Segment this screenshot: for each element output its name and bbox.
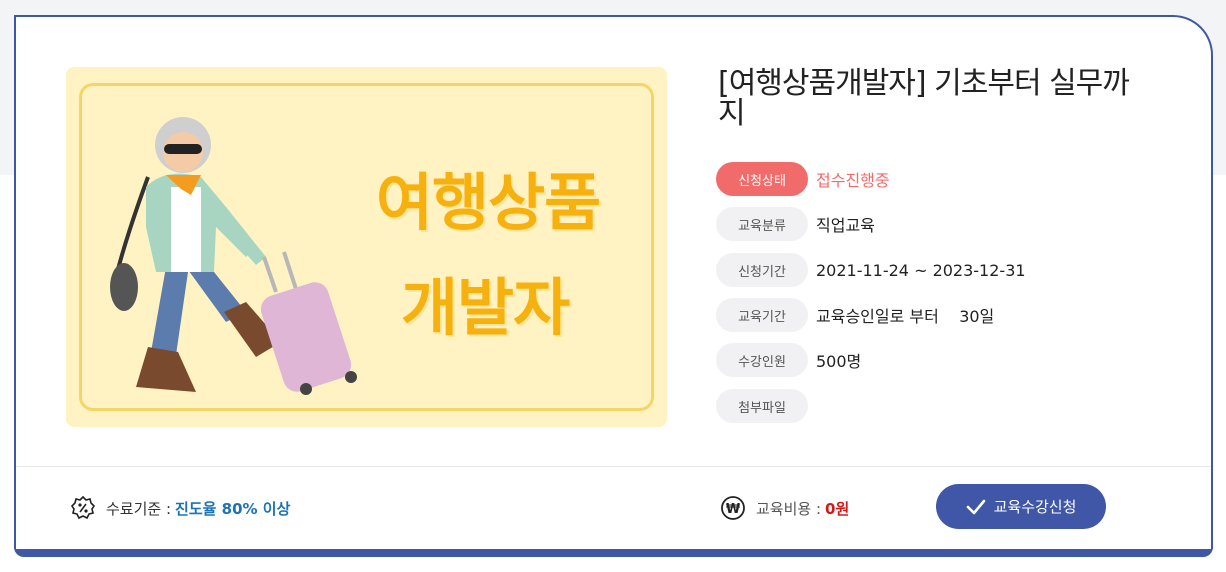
status-badge: 신청상태 — [716, 162, 808, 196]
info-row-edu-period: 교육기간 교육승인일로 부터 30일 — [716, 298, 994, 332]
fee-label: 교육비용 : — [756, 499, 822, 518]
category-value: 직업교육 — [816, 216, 875, 235]
percent-badge-icon — [70, 495, 96, 520]
svg-text:₩: ₩ — [726, 502, 741, 517]
course-thumbnail: 여행상품 개발자 — [66, 67, 667, 427]
fee-value: 0원 — [825, 499, 850, 518]
capacity-value: 500명 — [816, 352, 862, 371]
apply-period-value: 2021-11-24 ~ 2023-12-31 — [816, 260, 1026, 280]
info-row-attachment: 첨부파일 — [716, 389, 808, 423]
capacity-label: 수강인원 — [716, 343, 808, 377]
thumbnail-title-line1: 여행상품 — [376, 166, 601, 239]
info-row-status: 신청상태 접수진행중 — [716, 162, 890, 196]
won-coin-icon: ₩ — [721, 496, 745, 520]
apply-course-button[interactable]: 교육수강신청 — [936, 484, 1106, 529]
course-card: 여행상품 개발자 [여행상품개발자] 기초부터 실무까지 신청상태 접수진행중 … — [14, 15, 1213, 549]
attachment-label[interactable]: 첨부파일 — [716, 389, 808, 423]
completion-value: 진도율 80% 이상 — [175, 499, 291, 518]
thumbnail-title-line2: 개발자 — [401, 271, 570, 344]
edu-period-value: 교육승인일로 부터 30일 — [816, 307, 995, 326]
footer-divider — [16, 466, 1211, 467]
info-row-capacity: 수강인원 500명 — [716, 343, 861, 377]
completion-criteria: 수료기준 : 진도율 80% 이상 — [70, 495, 290, 521]
completion-label: 수료기준 : — [106, 499, 172, 518]
info-row-apply-period: 신청기간 2021-11-24 ~ 2023-12-31 — [716, 253, 1026, 287]
edu-period-label: 교육기간 — [716, 298, 808, 332]
course-title: [여행상품개발자] 기초부터 실무까지 — [718, 66, 1130, 131]
status-value: 접수진행중 — [816, 171, 890, 190]
category-label: 교육분류 — [716, 207, 808, 241]
info-row-category: 교육분류 직업교육 — [716, 207, 875, 241]
check-icon — [966, 499, 985, 514]
traveler-illustration — [110, 117, 357, 395]
apply-period-label: 신청기간 — [716, 253, 808, 287]
course-fee: ₩ 교육비용 : 0원 — [720, 495, 849, 521]
apply-button-label: 교육수강신청 — [993, 498, 1077, 516]
